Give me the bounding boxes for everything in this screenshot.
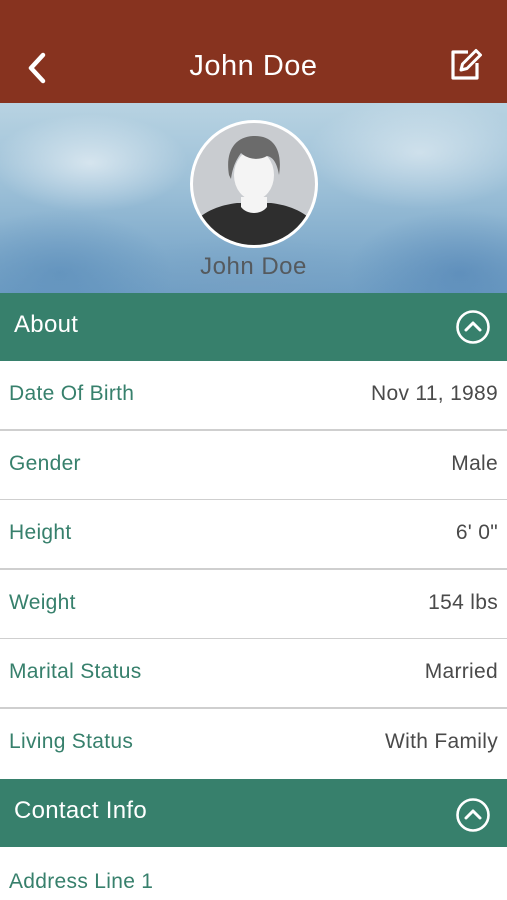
about-row-marital-status: Marital Status Married bbox=[0, 639, 507, 709]
field-value: Married bbox=[424, 660, 498, 683]
app-header: John Doe bbox=[0, 0, 507, 103]
field-label: Weight bbox=[9, 591, 76, 614]
field-value: 154 lbs bbox=[428, 591, 498, 614]
user-avatar-icon bbox=[193, 123, 315, 245]
edit-profile-button[interactable] bbox=[446, 45, 486, 85]
field-value: With Family bbox=[385, 730, 498, 753]
field-value: Nov 11, 1989 bbox=[371, 382, 498, 405]
contact-section-title: Contact Info bbox=[14, 797, 148, 824]
about-row-gender: Gender Male bbox=[0, 431, 507, 501]
about-section-title: About bbox=[14, 311, 79, 338]
field-label: Height bbox=[9, 521, 72, 544]
about-row-date-of-birth: Date Of Birth Nov 11, 1989 bbox=[0, 361, 507, 431]
profile-banner: John Doe bbox=[0, 103, 507, 293]
field-value: 6' 0" bbox=[455, 521, 498, 544]
avatar[interactable] bbox=[190, 120, 318, 248]
field-label: Date Of Birth bbox=[9, 382, 135, 405]
field-value: Male bbox=[451, 452, 498, 475]
chevron-up-circle-icon[interactable] bbox=[455, 309, 491, 345]
about-row-height: Height 6' 0" bbox=[0, 500, 507, 570]
field-label: Address Line 1 bbox=[9, 870, 154, 893]
contact-row-address-line-1: Address Line 1 bbox=[0, 849, 507, 900]
about-row-living-status: Living Status With Family bbox=[0, 709, 507, 779]
edit-icon bbox=[451, 49, 482, 80]
field-label: Living Status bbox=[9, 730, 134, 753]
profile-name: John Doe bbox=[200, 253, 307, 280]
page-title: John Doe bbox=[189, 50, 318, 82]
field-label: Marital Status bbox=[9, 660, 142, 683]
field-label: Gender bbox=[9, 452, 81, 475]
about-section-header[interactable]: About bbox=[0, 293, 507, 361]
about-row-weight: Weight 154 lbs bbox=[0, 570, 507, 640]
contact-section-header[interactable]: Contact Info bbox=[0, 779, 507, 847]
chevron-up-circle-icon[interactable] bbox=[455, 797, 491, 833]
